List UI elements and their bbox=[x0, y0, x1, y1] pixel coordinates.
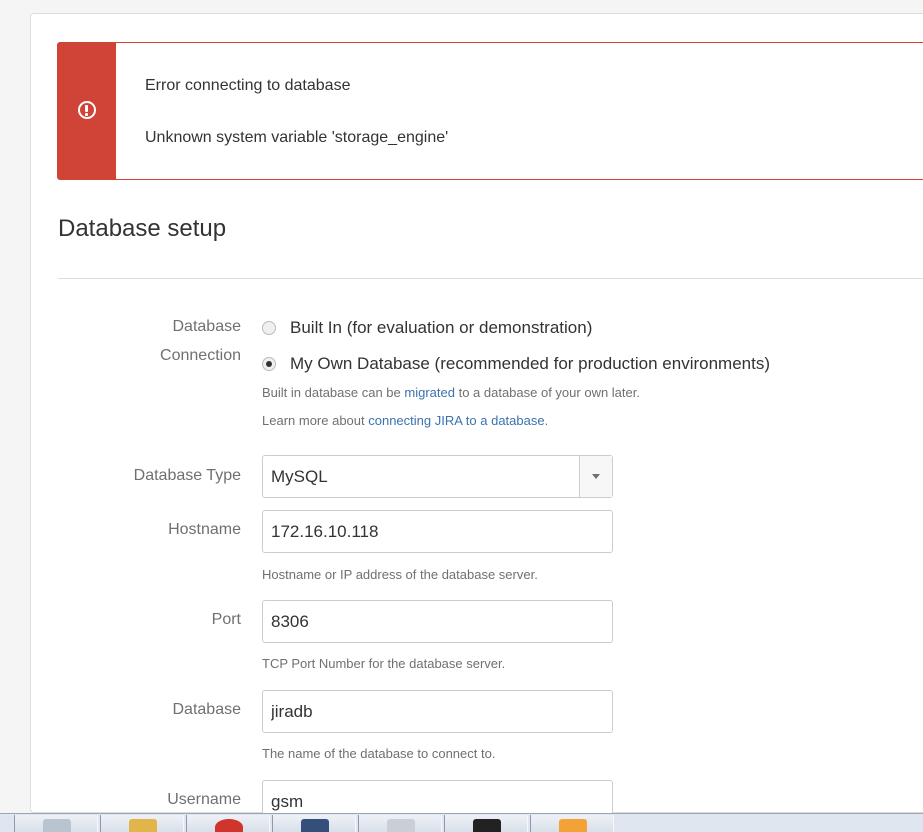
learn-more-help: Learn more about connecting JIRA to a da… bbox=[262, 413, 548, 428]
exclamation-circle-icon bbox=[78, 101, 96, 119]
database-type-dropdown-button[interactable] bbox=[579, 456, 612, 497]
help1-prefix: Built in database can be bbox=[262, 385, 405, 400]
radio-own-database-label: My Own Database (recommended for product… bbox=[290, 354, 770, 373]
chevron-down-icon bbox=[592, 474, 600, 479]
radio-built-in-label: Built In (for evaluation or demonstratio… bbox=[290, 318, 593, 337]
username-label: Username bbox=[167, 791, 241, 808]
database-type-select[interactable]: MySQL bbox=[262, 455, 613, 498]
database-type-value: MySQL bbox=[271, 467, 328, 486]
taskbar-button-window[interactable] bbox=[14, 815, 98, 832]
error-title: Error connecting to database bbox=[145, 77, 351, 94]
port-input[interactable] bbox=[262, 600, 613, 643]
folder-icon bbox=[129, 819, 157, 832]
title-divider bbox=[58, 278, 923, 279]
hostname-label: Hostname bbox=[168, 521, 241, 538]
taskbar-button-tools[interactable] bbox=[272, 815, 356, 832]
error-stripe bbox=[58, 43, 116, 179]
script-icon bbox=[559, 819, 587, 832]
radio-own-database-circle[interactable] bbox=[262, 357, 276, 371]
radio-own-database[interactable]: My Own Database (recommended for product… bbox=[262, 354, 770, 374]
taskbar-button-browser[interactable] bbox=[186, 815, 270, 832]
port-help: TCP Port Number for the database server. bbox=[262, 656, 506, 671]
hostname-help: Hostname or IP address of the database s… bbox=[262, 567, 538, 582]
error-detail: Unknown system variable 'storage_engine' bbox=[145, 129, 449, 146]
document-icon bbox=[387, 819, 415, 832]
taskbar-button-terminal[interactable] bbox=[444, 815, 528, 832]
builtin-migrate-help: Built in database can be migrated to a d… bbox=[262, 385, 640, 400]
taskbar-button-folder[interactable] bbox=[100, 815, 184, 832]
connecting-jira-link[interactable]: connecting JIRA to a database bbox=[368, 413, 544, 428]
window-icon bbox=[43, 819, 71, 832]
help2-prefix: Learn more about bbox=[262, 413, 369, 428]
tools-icon bbox=[301, 819, 329, 832]
port-label: Port bbox=[211, 611, 241, 628]
radio-built-in[interactable]: Built In (for evaluation or demonstratio… bbox=[262, 318, 592, 338]
help1-suffix: to a database of your own later. bbox=[454, 385, 640, 400]
taskbar bbox=[0, 813, 923, 832]
database-name-help: The name of the database to connect to. bbox=[262, 746, 496, 761]
hostname-input[interactable] bbox=[262, 510, 613, 553]
database-connection-label-line2: Connection bbox=[160, 347, 241, 364]
taskbar-button-script[interactable] bbox=[530, 815, 614, 832]
error-message-box: Error connecting to database Unknown sys… bbox=[57, 42, 923, 180]
help2-suffix: . bbox=[544, 413, 549, 428]
terminal-icon bbox=[473, 819, 501, 832]
migrated-link[interactable]: migrated bbox=[404, 385, 455, 400]
database-name-label: Database bbox=[172, 701, 242, 718]
database-name-input[interactable] bbox=[262, 690, 613, 733]
page-title: Database setup bbox=[58, 215, 227, 242]
radio-built-in-circle[interactable] bbox=[262, 321, 276, 335]
database-connection-label-line1: Database bbox=[172, 318, 242, 335]
taskbar-button-document[interactable] bbox=[358, 815, 442, 832]
database-type-label: Database Type bbox=[133, 467, 241, 484]
browser-icon bbox=[215, 819, 243, 832]
